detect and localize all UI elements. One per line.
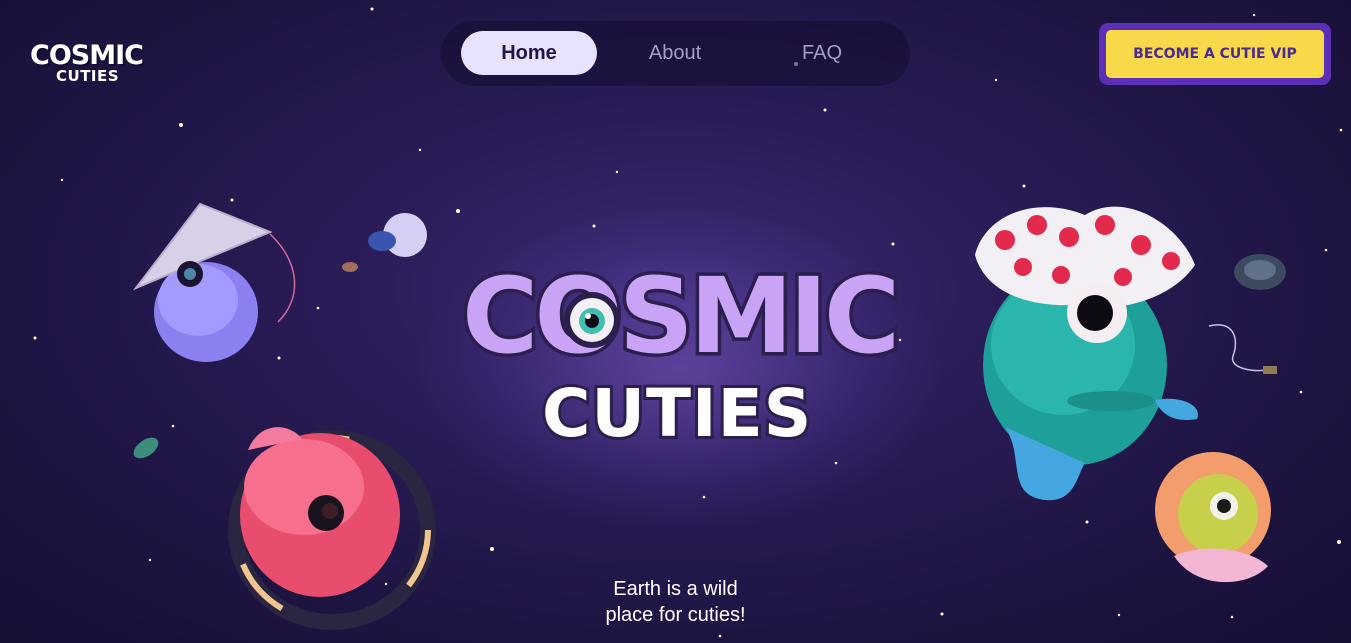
logo-line2: CUTIES [56, 67, 120, 85]
logo[interactable]: COSMIC CUTIES [30, 40, 144, 90]
nav-faq[interactable]: FAQ [754, 31, 890, 75]
tagline-line2: place for cuties! [605, 604, 746, 626]
flip-flop-object [133, 437, 159, 459]
hat-cutie-character [132, 202, 296, 362]
tagline-line1: Earth is a wild [613, 578, 738, 600]
yellow-fluffy-cutie-character [1155, 452, 1271, 583]
ufo-object [1234, 254, 1286, 290]
hero-title-cuties: CUTIES [539, 372, 814, 455]
main-nav: Home About FAQ [441, 21, 910, 86]
cta-frame: BECOME A CUTIE VIP [1099, 23, 1331, 85]
hero-title-cosmic: COSMIC [459, 252, 904, 381]
eyeball-icon [564, 292, 620, 348]
hero-tagline: Earth is a wild place for cuties! [560, 576, 791, 628]
become-vip-button[interactable]: BECOME A CUTIE VIP [1106, 30, 1324, 78]
nav-home[interactable]: Home [461, 31, 597, 75]
cable-object [1208, 324, 1277, 374]
small-ghost-cutie-character [342, 213, 427, 272]
hero-logo: COSMIC CUTIES [459, 252, 904, 456]
pink-cutie-character [228, 427, 436, 630]
nav-about[interactable]: About [607, 31, 743, 75]
